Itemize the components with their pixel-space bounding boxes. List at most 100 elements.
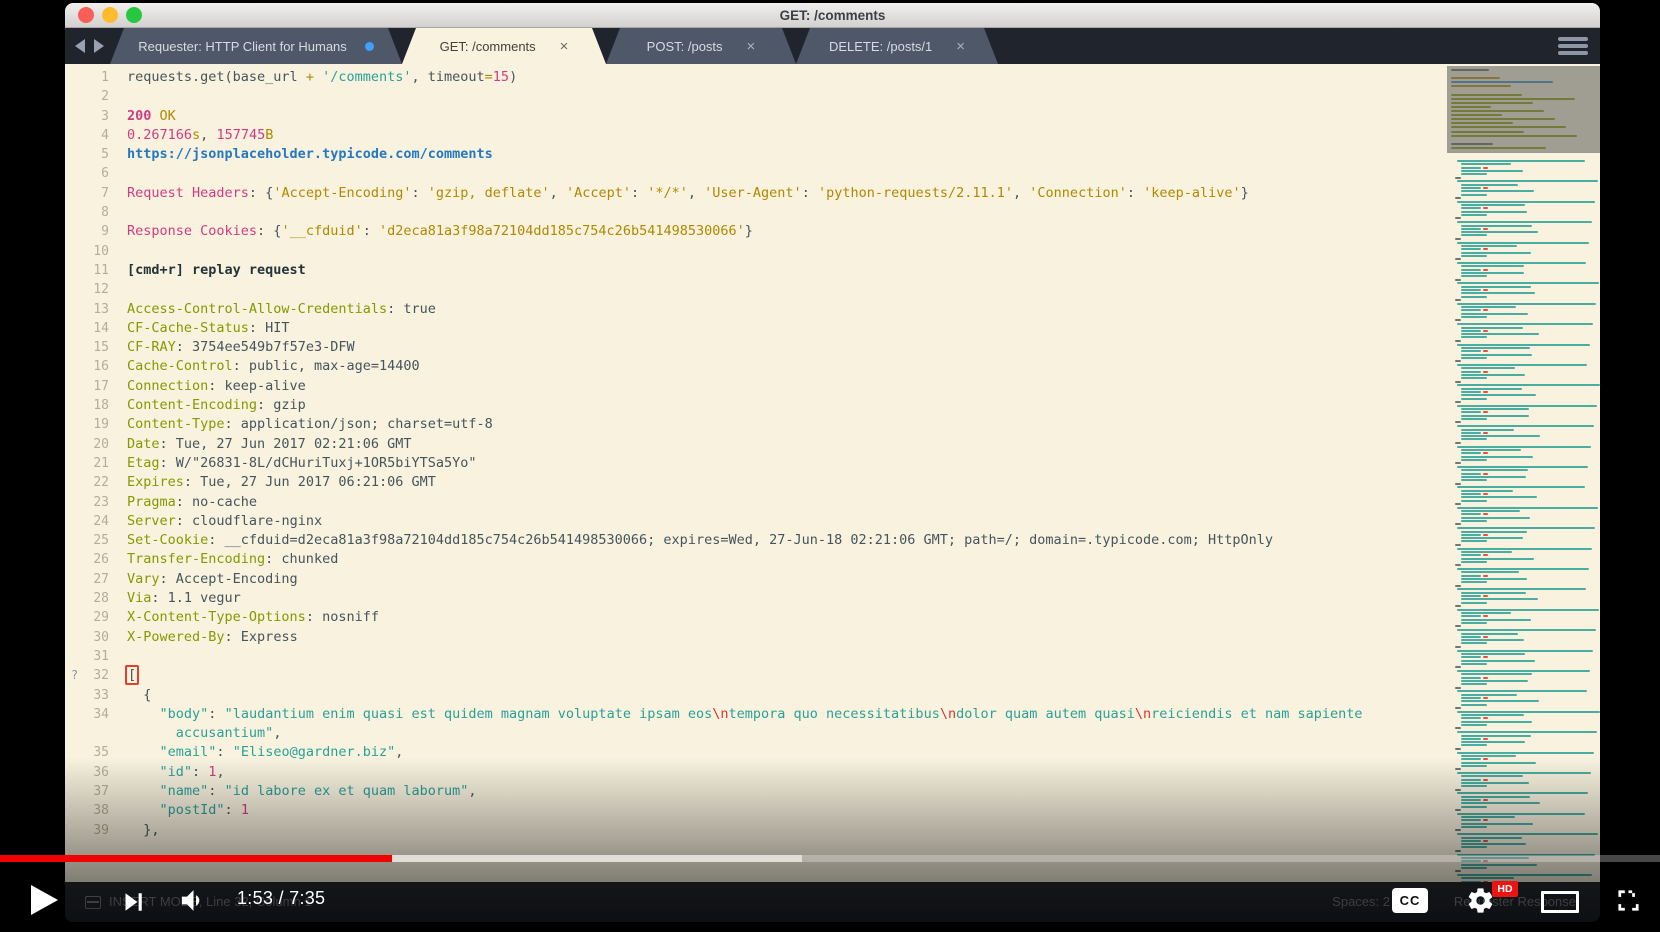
line-number: 27	[93, 571, 109, 587]
window-title: GET: /comments	[779, 8, 886, 23]
line-number: 14	[93, 320, 109, 336]
code-text: Connection: keep-alive	[127, 377, 306, 394]
tabs: Requester: HTTP Client for Humans GET: /c…	[110, 28, 998, 64]
code-line: 27 Vary: Accept-Encoding	[65, 570, 1445, 589]
tab-modified-dot	[365, 42, 374, 51]
tab-label: GET: /comments	[439, 38, 536, 54]
line-number: 6	[101, 166, 109, 182]
code-line: 30 X-Powered-By: Express	[65, 628, 1445, 647]
line-number: 39	[93, 822, 109, 838]
code-text: Access-Control-Allow-Credentials: true	[127, 300, 436, 317]
tab-requester-http-client-for-humans[interactable]: Requester: HTTP Client for Humans	[110, 28, 402, 64]
progress-bar[interactable]	[0, 855, 1660, 862]
line-number: 5	[101, 147, 109, 163]
line-number: 16	[93, 359, 109, 375]
line-number: 38	[93, 803, 109, 819]
line-number: 36	[93, 764, 109, 780]
line-number: 15	[93, 340, 109, 356]
code-text: https://jsonplaceholder.typicode.com/com…	[127, 146, 493, 163]
editor[interactable]: 1 requests.get(base_url + '/comments', ti…	[65, 64, 1600, 882]
line-number: 33	[93, 687, 109, 703]
code-text: Server: cloudflare-nginx	[127, 512, 323, 529]
tab-nav-back-icon[interactable]	[75, 39, 85, 53]
line-number: 18	[93, 398, 109, 414]
line-number: 19	[93, 417, 109, 433]
tab-close-icon[interactable]: ×	[560, 38, 569, 55]
code-line: 13 Access-Control-Allow-Credentials: true	[65, 300, 1445, 319]
code-line: 16 Cache-Control: public, max-age=14400	[65, 357, 1445, 376]
theater-mode-button[interactable]	[1541, 891, 1579, 913]
tab-bar: Requester: HTTP Client for Humans GET: /c…	[65, 28, 1600, 64]
code-text: "body": "laudantium enim quasi est quide…	[159, 705, 1363, 722]
play-button[interactable]	[31, 885, 58, 915]
tab-get-comments[interactable]: GET: /comments ×	[402, 28, 606, 64]
code-text: Date: Tue, 27 Jun 2017 02:21:06 GMT	[127, 435, 412, 452]
code-text: {	[127, 686, 152, 703]
line-number: 2	[101, 89, 109, 105]
code-text: Expires: Tue, 27 Jun 2017 06:21:06 GMT	[127, 474, 436, 491]
tab-post-posts[interactable]: POST: /posts ×	[606, 28, 796, 64]
gutter-marker-icon: ?	[71, 668, 79, 683]
overflow-menu-icon[interactable]	[1558, 37, 1588, 55]
code-line: 11 [cmd+r] replay request	[65, 261, 1445, 280]
settings-gear-icon[interactable]	[1466, 886, 1495, 915]
tab-close-icon[interactable]: ×	[956, 38, 965, 55]
code-line: 21 Etag: W/"26831-8L/dCHuriTuxj+1OR5biYTS…	[65, 454, 1445, 473]
tab-nav-arrows	[75, 39, 104, 53]
code-line: 38 "postId": 1	[65, 801, 1445, 820]
minimap-viewport[interactable]	[1447, 66, 1600, 153]
code-area: 1 requests.get(base_url + '/comments', ti…	[65, 68, 1445, 840]
code-line: 17 Connection: keep-alive	[65, 377, 1445, 396]
code-line: 7 Request Headers: {'Accept-Encoding': 'g…	[65, 184, 1445, 203]
line-number: 25	[93, 533, 109, 549]
next-button[interactable]	[118, 887, 148, 922]
code-text: Request Headers: {'Accept-Encoding': 'gz…	[127, 184, 1249, 201]
video-frame[interactable]: GET: /comments Requester: HTTP Client fo…	[65, 3, 1600, 922]
line-number: 20	[93, 436, 109, 452]
code-line: 4 0.267166s, 157745B	[65, 126, 1445, 145]
line-number: 24	[93, 513, 109, 529]
line-number: 7	[101, 185, 109, 201]
code-text: "postId": 1	[159, 802, 249, 819]
code-text: Response Cookies: {'__cfduid': 'd2eca81a…	[127, 223, 753, 240]
volume-icon[interactable]	[178, 885, 209, 921]
tab-label: POST: /posts	[646, 38, 723, 54]
code-text: requests.get(base_url + '/comments', tim…	[127, 69, 518, 85]
line-number: 3	[101, 108, 109, 124]
code-text: CF-RAY: 3754ee549b7f57e3-DFW	[127, 339, 355, 356]
line-number: 11	[93, 262, 109, 278]
code-text: X-Content-Type-Options: nosniff	[127, 609, 379, 626]
code-text: CF-Cache-Status: HIT	[127, 319, 290, 336]
minimap[interactable]	[1447, 64, 1600, 882]
code-text: Cache-Control: public, max-age=14400	[127, 358, 420, 375]
progress-played	[0, 855, 392, 862]
fullscreen-button[interactable]	[1612, 884, 1645, 917]
tab-close-icon[interactable]: ×	[747, 38, 756, 55]
code-line: 15 CF-RAY: 3754ee549b7f57e3-DFW	[65, 338, 1445, 357]
code-line: 22 Expires: Tue, 27 Jun 2017 06:21:06 GMT	[65, 473, 1445, 492]
code-line: ? 32[	[65, 665, 1445, 686]
code-line: 2	[65, 87, 1445, 106]
line-number: 10	[93, 243, 109, 259]
code-text: Content-Encoding: gzip	[127, 397, 306, 414]
line-number: 23	[93, 494, 109, 510]
captions-button[interactable]: CC	[1392, 888, 1428, 913]
code-line: 8	[65, 203, 1445, 222]
tab-nav-forward-icon[interactable]	[94, 39, 104, 53]
window-titlebar: GET: /comments	[65, 3, 1600, 28]
tab-delete-posts-1[interactable]: DELETE: /posts/1 ×	[796, 28, 998, 64]
code-line: 12	[65, 280, 1445, 299]
code-line: 28 Via: 1.1 vegur	[65, 589, 1445, 608]
line-number: 1	[101, 70, 109, 85]
code-text: 200 OK	[127, 107, 176, 124]
code-text: Content-Type: application/json; charset=…	[127, 416, 493, 433]
line-number: 28	[93, 591, 109, 607]
code-text: Etag: W/"26831-8L/dCHuriTuxj+1OR5biYTSa5…	[127, 454, 477, 471]
line-number: 21	[93, 455, 109, 471]
line-number: 29	[93, 610, 109, 626]
code-line: accusantium",	[65, 724, 1445, 743]
